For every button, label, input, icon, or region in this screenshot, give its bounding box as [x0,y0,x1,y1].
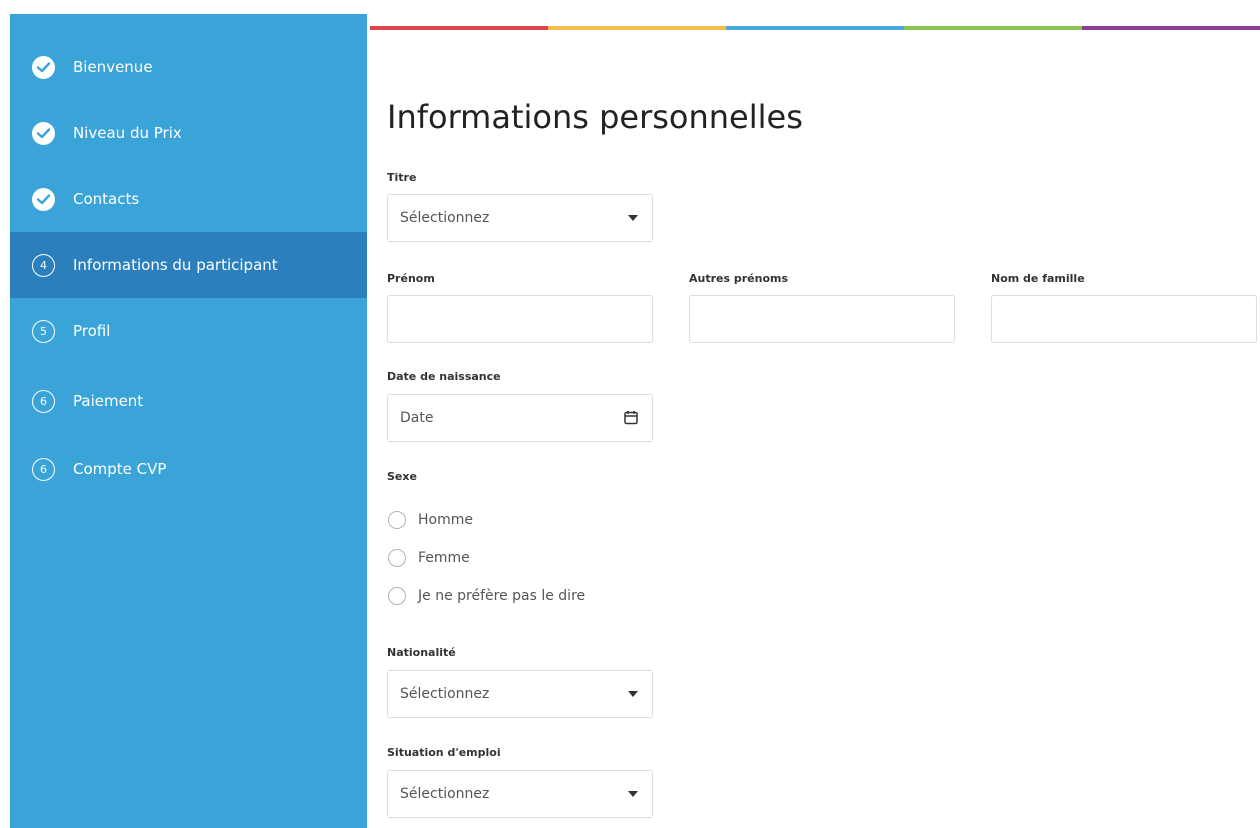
autres-prenoms-field[interactable] [689,295,955,343]
sidebar-item-label: Paiement [73,392,144,410]
nationalite-label: Nationalité [387,646,456,659]
nom-de-famille-field[interactable] [991,295,1257,343]
step-number-icon: 5 [32,320,55,343]
rainbow-segment [904,26,1082,30]
caret-down-icon [628,215,638,221]
titre-select[interactable]: Sélectionnez [387,194,653,242]
radio-label: Femme [418,550,470,566]
sidebar-item-niveau-du-prix[interactable]: Niveau du Prix [10,100,367,166]
step-number-icon: 6 [32,390,55,413]
situation-emploi-select[interactable]: Sélectionnez [387,770,653,818]
check-icon [32,188,55,211]
rainbow-accent-bar [370,26,1260,30]
date-naissance-label: Date de naissance [387,370,501,383]
caret-down-icon [628,691,638,697]
sidebar-item-profil[interactable]: 5 Profil [10,298,367,364]
date-naissance-field[interactable]: Date [387,394,653,442]
autres-prenoms-label: Autres prénoms [689,272,789,285]
radio-label: Homme [418,512,473,528]
radio-button[interactable] [388,549,406,567]
sidebar-item-label: Contacts [73,190,140,208]
situation-emploi-select-value: Sélectionnez [400,786,490,802]
sexe-option-femme[interactable]: Femme [388,547,470,569]
step-number-icon: 4 [32,254,55,277]
sidebar-item-compte-cvp[interactable]: 6 Compte CVP [10,436,367,502]
sidebar-item-label: Informations du participant [73,256,278,274]
sidebar-item-bienvenue[interactable]: Bienvenue [10,34,367,100]
titre-label: Titre [387,171,417,184]
sidebar-item-label: Compte CVP [73,460,167,478]
sidebar-item-label: Niveau du Prix [73,124,182,142]
check-icon [32,122,55,145]
app-frame: Bienvenue Niveau du Prix Contacts 4 Info… [0,0,1260,828]
situation-emploi-label: Situation d'emploi [387,746,501,759]
step-number-icon: 6 [32,458,55,481]
sexe-label: Sexe [387,470,417,483]
radio-button[interactable] [388,587,406,605]
caret-down-icon [628,791,638,797]
calendar-icon[interactable] [624,410,638,429]
radio-button[interactable] [388,511,406,529]
prenom-field[interactable] [387,295,653,343]
sidebar-item-paiement[interactable]: 6 Paiement [10,368,367,434]
rainbow-segment [1082,26,1260,30]
prenom-label: Prénom [387,272,435,285]
page-title: Informations personnelles [387,98,803,136]
sidebar-item-label: Bienvenue [73,58,153,76]
rainbow-segment [726,26,904,30]
nationalite-select[interactable]: Sélectionnez [387,670,653,718]
radio-label: Je ne préfère pas le dire [418,588,586,604]
sexe-option-non-precise[interactable]: Je ne préfère pas le dire [388,585,585,607]
rainbow-segment [548,26,726,30]
nom-de-famille-label: Nom de famille [991,272,1085,285]
sidebar-steps: Bienvenue Niveau du Prix Contacts 4 Info… [10,14,367,828]
sidebar-item-label: Profil [73,322,111,340]
rainbow-segment [370,26,548,30]
sidebar-item-informations-du-participant[interactable]: 4 Informations du participant [10,232,367,298]
date-placeholder: Date [400,410,434,426]
titre-select-value: Sélectionnez [400,210,490,226]
sexe-option-homme[interactable]: Homme [388,509,473,531]
sidebar-item-contacts[interactable]: Contacts [10,166,367,232]
nationalite-select-value: Sélectionnez [400,686,490,702]
check-icon [32,56,55,79]
